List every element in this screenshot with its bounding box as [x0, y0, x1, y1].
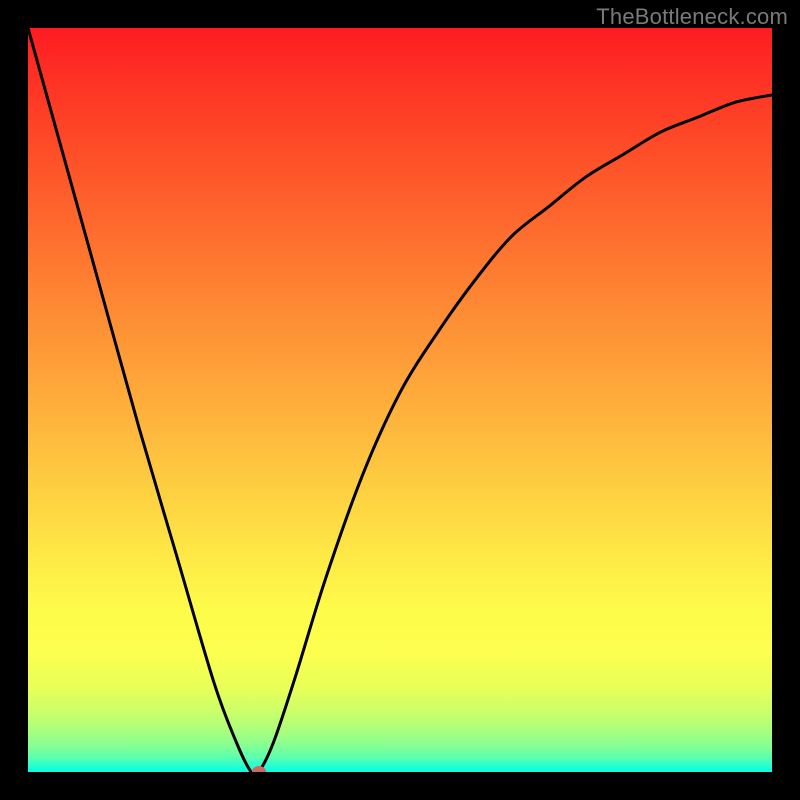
watermark-text: TheBottleneck.com [596, 4, 788, 30]
minimum-marker [252, 766, 266, 772]
chart-frame: TheBottleneck.com [0, 0, 800, 800]
plot-area [28, 28, 772, 772]
curve-svg [28, 28, 772, 772]
bottleneck-curve-line [28, 28, 772, 772]
